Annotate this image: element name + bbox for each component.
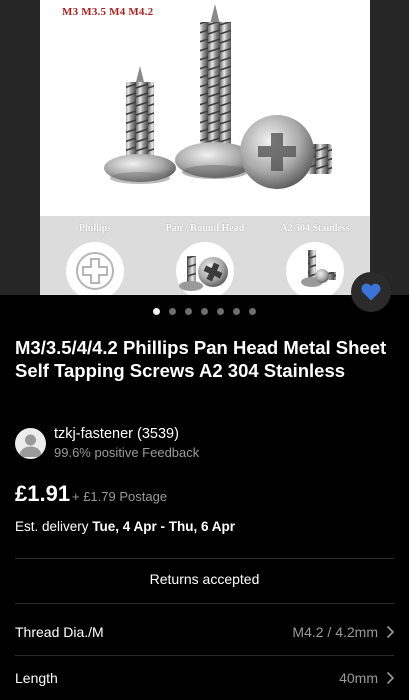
spec-value: M4.2 / 4.2mm bbox=[292, 624, 378, 640]
image-pager[interactable] bbox=[0, 308, 409, 320]
seller-name[interactable]: tzkj-fastener (3539) bbox=[54, 426, 179, 442]
feature-pan-head: Pan / Round Head bbox=[150, 216, 260, 295]
heart-icon bbox=[361, 283, 381, 301]
seller-feedback: 99.6% positive Feedback bbox=[54, 445, 200, 460]
feature-label: A2 304 Stainless bbox=[280, 223, 350, 234]
pan-head-icon bbox=[176, 242, 234, 295]
spec-label: Thread Dia./M bbox=[15, 624, 104, 640]
pager-dot[interactable] bbox=[201, 308, 208, 315]
feature-label: Pan / Round Head bbox=[165, 223, 245, 234]
feature-strip: Phillips Pan / Round Head A2 304 Stainle… bbox=[40, 216, 370, 295]
screws-illustration bbox=[104, 4, 332, 189]
feature-phillips: Phillips bbox=[40, 216, 150, 295]
spec-row-thread-dia[interactable]: Thread Dia./M M4.2 / 4.2mm bbox=[0, 624, 409, 654]
estimated-delivery: Est. delivery Tue, 4 Apr - Thu, 6 Apr bbox=[15, 519, 235, 534]
seller-avatar[interactable] bbox=[15, 428, 46, 459]
spec-label: Length bbox=[15, 670, 58, 686]
divider bbox=[15, 655, 394, 656]
pager-dot[interactable] bbox=[217, 308, 224, 315]
returns-policy[interactable]: Returns accepted bbox=[0, 571, 409, 587]
pager-dot[interactable] bbox=[169, 308, 176, 315]
divider bbox=[15, 558, 394, 559]
postage-cost: + £1.79 Postage bbox=[72, 489, 168, 504]
user-icon bbox=[19, 434, 42, 457]
item-price: £1.91 bbox=[15, 481, 71, 506]
favorite-button[interactable] bbox=[351, 272, 391, 312]
pager-dot[interactable] bbox=[249, 308, 256, 315]
pager-dot[interactable] bbox=[153, 308, 160, 315]
product-image-gallery[interactable]: M3 M3.5 M4 M4.2 Phillips Pan / Round Hea… bbox=[0, 0, 409, 295]
divider bbox=[15, 603, 394, 604]
pager-dot[interactable] bbox=[233, 308, 240, 315]
size-caption: M3 M3.5 M4 M4.2 bbox=[62, 6, 154, 18]
spec-row-length[interactable]: Length 40mm bbox=[0, 670, 409, 700]
delivery-dates: Tue, 4 Apr - Thu, 6 Apr bbox=[92, 519, 236, 534]
feature-label: Phillips bbox=[78, 223, 112, 234]
spec-value: 40mm bbox=[339, 670, 378, 686]
chevron-right-icon bbox=[386, 671, 395, 685]
chevron-right-icon bbox=[386, 625, 395, 639]
listing-title: M3/3.5/4/4.2 Phillips Pan Head Metal She… bbox=[15, 337, 387, 381]
delivery-label: Est. delivery bbox=[15, 519, 89, 534]
product-photo[interactable]: M3 M3.5 M4 M4.2 Phillips Pan / Round Hea… bbox=[40, 0, 370, 295]
seller-info[interactable]: tzkj-fastener (3539) 99.6% positive Feed… bbox=[15, 426, 315, 462]
pager-dot[interactable] bbox=[185, 308, 192, 315]
phillips-head-icon bbox=[66, 242, 124, 295]
stainless-screw-icon bbox=[286, 242, 344, 295]
